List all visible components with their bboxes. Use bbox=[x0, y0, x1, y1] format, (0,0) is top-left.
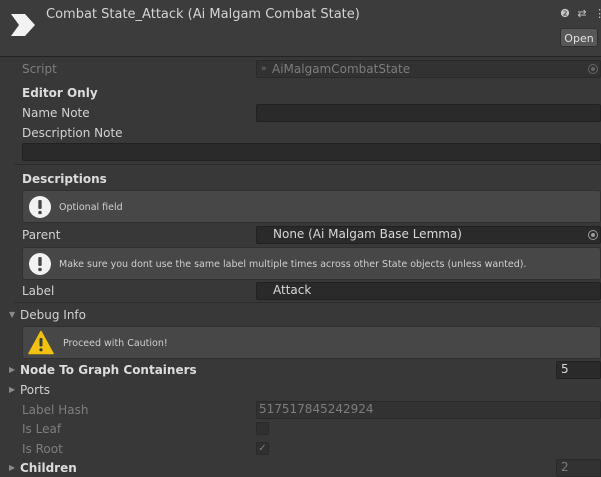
debug-info-header[interactable]: Debug Info bbox=[20, 308, 86, 322]
editor-only-header: Editor Only bbox=[22, 86, 98, 100]
label-hash-field: 517517845242924 bbox=[256, 401, 601, 419]
name-note-label: Name Note bbox=[22, 106, 90, 120]
section-divider bbox=[14, 164, 601, 165]
script-asset-icon: » bbox=[261, 64, 267, 74]
foldout-collapsed-icon[interactable]: ▶ bbox=[9, 365, 15, 374]
label-field[interactable]: Attack bbox=[256, 282, 601, 300]
description-note-field[interactable] bbox=[22, 143, 601, 161]
children-size: 2 bbox=[556, 459, 601, 477]
is-leaf-checkbox bbox=[256, 422, 269, 435]
section-divider bbox=[14, 302, 601, 303]
warning-box-caution-text: Proceed with Caution! bbox=[63, 338, 168, 349]
description-note-label: Description Note bbox=[22, 126, 123, 140]
ports-label[interactable]: Ports bbox=[20, 383, 50, 397]
script-label: Script bbox=[22, 62, 57, 76]
parent-field-value: None (Ai Malgam Base Lemma) bbox=[273, 227, 462, 241]
info-box-label-warning: Make sure you dont use the same label mu… bbox=[22, 247, 601, 280]
object-picker-icon[interactable] bbox=[588, 230, 598, 240]
node-to-graph-containers-label[interactable]: Node To Graph Containers bbox=[20, 363, 197, 377]
checkmark-icon: ✓ bbox=[258, 443, 267, 454]
foldout-collapsed-icon[interactable]: ▶ bbox=[9, 463, 15, 472]
info-icon bbox=[29, 196, 51, 218]
info-icon bbox=[29, 253, 51, 275]
is-root-checkbox: ✓ bbox=[256, 442, 269, 455]
script-field: » AiMalgamCombatState bbox=[256, 60, 601, 78]
is-root-label: Is Root bbox=[22, 442, 63, 456]
parent-label: Parent bbox=[22, 228, 61, 242]
children-label[interactable]: Children bbox=[20, 461, 77, 475]
info-box-optional-text: Optional field bbox=[59, 202, 123, 213]
info-box-optional: Optional field bbox=[22, 190, 601, 223]
foldout-collapsed-icon[interactable]: ▶ bbox=[9, 385, 15, 394]
node-to-graph-containers-size[interactable]: 5 bbox=[556, 361, 601, 379]
script-field-value: AiMalgamCombatState bbox=[272, 62, 411, 76]
name-note-field[interactable] bbox=[256, 104, 601, 122]
warning-box-caution: Proceed with Caution! bbox=[22, 326, 601, 359]
is-leaf-label: Is Leaf bbox=[22, 422, 62, 436]
object-picker-icon[interactable] bbox=[588, 64, 598, 74]
parent-field[interactable]: None (Ai Malgam Base Lemma) bbox=[256, 226, 601, 244]
open-button[interactable]: Open bbox=[560, 28, 598, 47]
header-menu-icons[interactable]: ❷ ⇄ ⋮ bbox=[560, 7, 601, 20]
inspector-title: Combat State_Attack (Ai Malgam Combat St… bbox=[46, 7, 360, 22]
foldout-expanded-icon[interactable]: ▼ bbox=[9, 310, 15, 319]
label-hash-label: Label Hash bbox=[22, 403, 89, 417]
warning-icon bbox=[28, 330, 54, 355]
scriptable-object-icon bbox=[11, 14, 35, 36]
inspector-header: Combat State_Attack (Ai Malgam Combat St… bbox=[0, 0, 601, 57]
info-box-label-warning-text: Make sure you dont use the same label mu… bbox=[59, 259, 527, 270]
label-label: Label bbox=[22, 284, 55, 298]
descriptions-header: Descriptions bbox=[22, 172, 107, 186]
